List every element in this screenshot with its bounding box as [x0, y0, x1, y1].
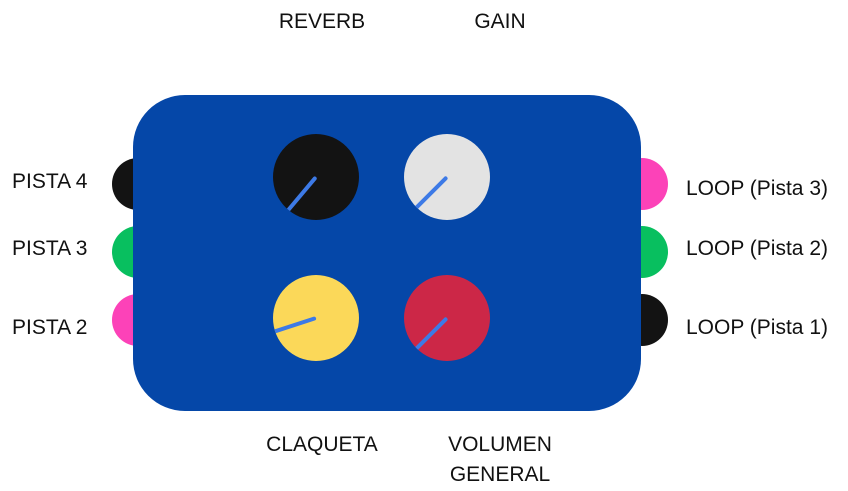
pedal-body: [133, 95, 641, 411]
volumen-general-knob[interactable]: [404, 275, 490, 361]
volumen-general-label-line-1: VOLUMEN: [448, 433, 552, 456]
volumen-general-label: VOLUMEN GENERAL: [410, 430, 590, 491]
claqueta-label: CLAQUETA: [266, 433, 378, 456]
input-label-pista-3: PISTA 3: [12, 237, 88, 260]
reverb-knob-pointer: [282, 175, 318, 217]
volumen-general-knob-pointer: [410, 316, 449, 355]
claqueta-knob[interactable]: [273, 275, 359, 361]
output-label-loop-pista-1: LOOP (Pista 1): [686, 316, 828, 339]
reverb-label: REVERB: [278, 10, 366, 33]
input-label-pista-2: PISTA 2: [12, 316, 88, 339]
gain-knob[interactable]: [404, 134, 490, 220]
claqueta-knob-pointer: [273, 316, 317, 336]
output-label-loop-pista-2: LOOP (Pista 2): [686, 237, 828, 260]
gain-label: GAIN: [474, 10, 526, 33]
gain-knob-pointer: [410, 175, 449, 214]
input-label-pista-4: PISTA 4: [12, 170, 88, 193]
reverb-knob[interactable]: [273, 134, 359, 220]
volumen-general-label-line-2: GENERAL: [449, 463, 551, 487]
output-label-loop-pista-3: LOOP (Pista 3): [686, 177, 828, 200]
